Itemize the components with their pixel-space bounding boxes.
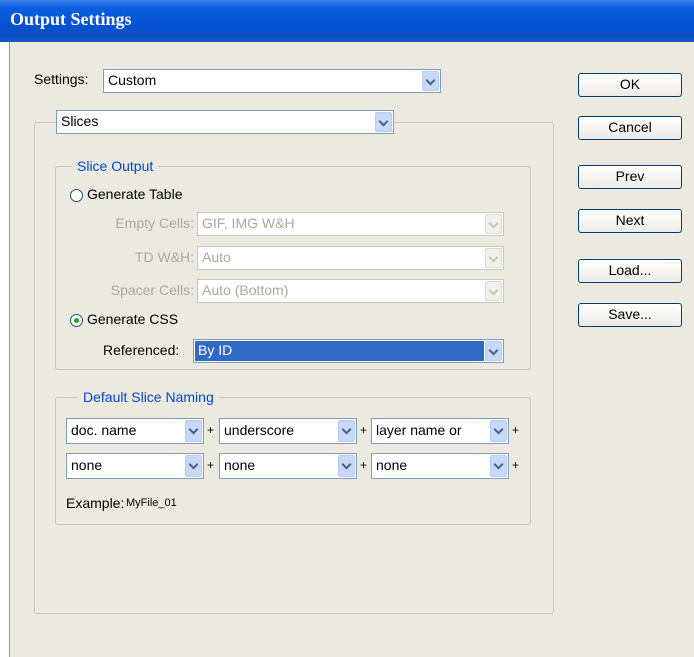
plus-separator: + (360, 458, 368, 472)
example-label: Example: (66, 495, 125, 511)
empty-cells-value: GIF, IMG W&H (202, 215, 295, 231)
section-dropdown[interactable]: Slices (56, 110, 394, 134)
slice-output-legend: Slice Output (72, 158, 159, 174)
naming-dropdown-6[interactable]: none (371, 453, 509, 479)
td-wh-label: TD W&H: (134, 249, 194, 265)
prev-button[interactable]: Prev (578, 165, 682, 189)
td-wh-dropdown[interactable]: Auto (197, 246, 504, 270)
plus-separator: + (207, 458, 215, 472)
chevron-down-icon (185, 420, 202, 442)
naming-dropdown-5[interactable]: none (219, 453, 357, 479)
generate-table-label: Generate Table (87, 186, 183, 202)
spacer-cells-label: Spacer Cells: (110, 282, 194, 298)
chevron-down-icon (375, 112, 392, 132)
generate-table-radio[interactable] (70, 189, 83, 202)
generate-css-radio[interactable] (70, 314, 83, 327)
save-button[interactable]: Save... (578, 303, 682, 327)
load-button[interactable]: Load... (578, 259, 682, 283)
naming-dropdown-4[interactable]: none (66, 453, 204, 479)
settings-value: Custom (108, 72, 157, 88)
chevron-down-icon (485, 248, 502, 268)
chevron-down-icon (490, 455, 507, 477)
settings-dropdown[interactable]: Custom (103, 69, 441, 93)
chevron-down-icon (490, 420, 507, 442)
chevron-down-icon (485, 214, 502, 234)
plus-separator: + (207, 423, 215, 437)
naming-value-4: none (71, 457, 103, 473)
chevron-down-icon (185, 455, 202, 477)
referenced-label: Referenced: (103, 342, 180, 358)
chevron-down-icon (485, 281, 502, 301)
naming-value-6: none (376, 457, 408, 473)
naming-dropdown-3[interactable]: layer name or (371, 418, 509, 444)
td-wh-value: Auto (202, 249, 231, 265)
window-title: Output Settings (10, 9, 132, 29)
radio-selected-dot (74, 318, 79, 323)
chevron-down-icon (338, 455, 355, 477)
section-value: Slices (61, 113, 99, 129)
referenced-dropdown[interactable]: By ID (193, 339, 504, 363)
empty-cells-dropdown[interactable]: GIF, IMG W&H (197, 212, 504, 236)
chevron-down-icon (485, 341, 502, 361)
next-button[interactable]: Next (578, 209, 682, 233)
naming-dropdown-1[interactable]: doc. name (66, 418, 204, 444)
ok-button[interactable]: OK (578, 73, 682, 97)
naming-value-1: doc. name (71, 422, 137, 438)
naming-value-5: none (224, 457, 256, 473)
naming-dropdown-2[interactable]: underscore (219, 418, 357, 444)
plus-separator: + (360, 423, 368, 437)
slice-naming-legend: Default Slice Naming (78, 389, 219, 405)
generate-css-label: Generate CSS (87, 311, 179, 327)
spacer-cells-dropdown[interactable]: Auto (Bottom) (197, 279, 504, 303)
plus-separator: + (512, 458, 520, 472)
naming-value-3: layer name or (376, 422, 462, 438)
cancel-button[interactable]: Cancel (578, 116, 682, 140)
settings-label: Settings: (34, 71, 89, 87)
empty-cells-label: Empty Cells: (115, 215, 194, 231)
plus-separator: + (512, 423, 520, 437)
chevron-down-icon (422, 71, 439, 91)
example-value: MyFile_01 (126, 497, 177, 509)
chevron-down-icon (338, 420, 355, 442)
referenced-value: By ID (195, 341, 484, 361)
spacer-cells-value: Auto (Bottom) (202, 282, 289, 298)
naming-value-2: underscore (224, 422, 295, 438)
